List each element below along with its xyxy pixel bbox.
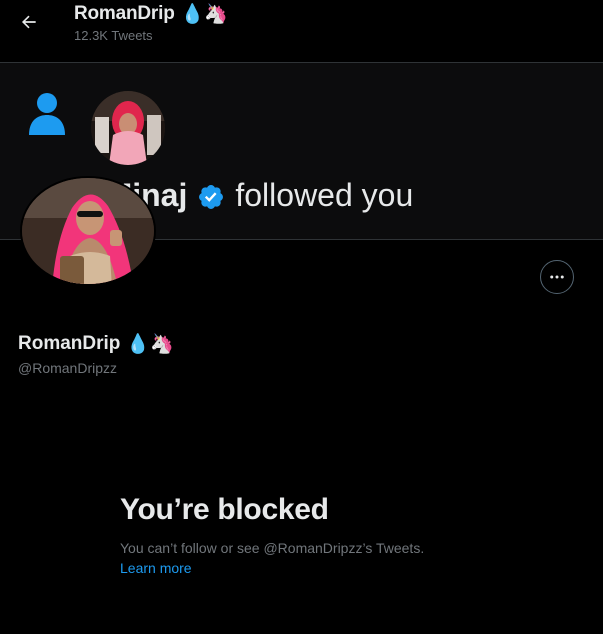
- top-bar: RomanDrip 💧🦄 12.3K Tweets: [0, 0, 603, 62]
- banner-followed-text: followed you: [235, 177, 414, 213]
- profile-name: RomanDrip: [18, 333, 121, 354]
- arrow-left-icon: [21, 15, 36, 29]
- header-title: RomanDrip 💧🦄: [74, 2, 228, 26]
- back-button[interactable]: [12, 5, 46, 39]
- banner-avatar-image: [91, 91, 165, 165]
- more-options-button[interactable]: [540, 260, 574, 294]
- avatar-image: [20, 176, 156, 286]
- header-name: RomanDrip: [74, 3, 175, 24]
- verified-badge-icon: [197, 182, 225, 210]
- profile-page: RomanDrip 💧🦄 12.3K Tweets ki Mina: [0, 0, 603, 634]
- blocked-description: You can’t follow or see @RomanDripzz’s T…: [120, 540, 425, 556]
- more-horizontal-icon: [550, 275, 564, 279]
- profile-avatar[interactable]: [20, 176, 156, 286]
- header-emoji: 💧🦄: [180, 3, 228, 25]
- person-icon: [27, 91, 67, 140]
- tweet-count: 12.3K Tweets: [74, 28, 153, 43]
- learn-more-link[interactable]: Learn more: [120, 560, 192, 576]
- profile-handle: @RomanDripzz: [18, 360, 118, 376]
- profile-emoji: 💧🦄: [126, 333, 174, 355]
- profile-name-row: RomanDrip 💧🦄: [18, 330, 174, 358]
- blocked-title: You’re blocked: [120, 493, 329, 526]
